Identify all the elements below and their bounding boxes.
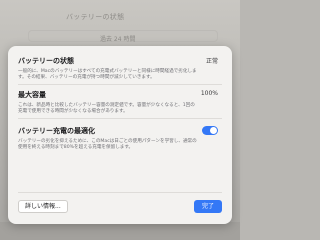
window-title: バッテリーの状態 <box>66 13 125 21</box>
battery-condition-section: バッテリーの状態 正常 一般的に、Macのバッテリーはすべての充電式バッテリーと… <box>18 56 222 82</box>
battery-condition-description: 一般的に、Macのバッテリーはすべての充電式バッテリーと同様に時間経過で劣化しま… <box>18 69 197 81</box>
battery-condition-title: バッテリーの状態 <box>18 58 74 65</box>
chart-area-background <box>0 222 240 240</box>
maximum-capacity-value: 100% <box>200 90 218 97</box>
time-range-tab: 過去 24 時間 <box>100 36 136 43</box>
optimized-charging-title: バッテリー充電の最適化 <box>18 128 95 135</box>
done-button[interactable]: 完了 <box>194 200 222 213</box>
maximum-capacity-description: これは、新品時と比較したバッテリー容量の測定値です。容量が少なくなると、1回の充… <box>18 103 195 115</box>
toggle-knob <box>210 127 217 134</box>
optimized-charging-description: バッテリーの劣化を抑えるために、このMacは日ごとの使用パターンを学習し、通常の… <box>18 139 197 151</box>
divider <box>18 84 222 85</box>
optimized-charging-section: バッテリー充電の最適化 バッテリーの劣化を抑えるために、このMacは日ごとの使用… <box>18 126 222 152</box>
battery-health-sheet: バッテリーの状態 正常 一般的に、Macのバッテリーはすべての充電式バッテリーと… <box>8 46 232 224</box>
maximum-capacity-section: 最大容量 100% これは、新品時と比較したバッテリー容量の測定値です。容量が少… <box>18 90 222 116</box>
divider <box>18 192 222 193</box>
divider <box>18 118 222 119</box>
more-info-button[interactable]: 詳しい情報... <box>18 200 68 213</box>
optimized-charging-toggle[interactable] <box>202 126 218 135</box>
battery-condition-value: 正常 <box>205 58 218 65</box>
maximum-capacity-title: 最大容量 <box>18 92 46 99</box>
